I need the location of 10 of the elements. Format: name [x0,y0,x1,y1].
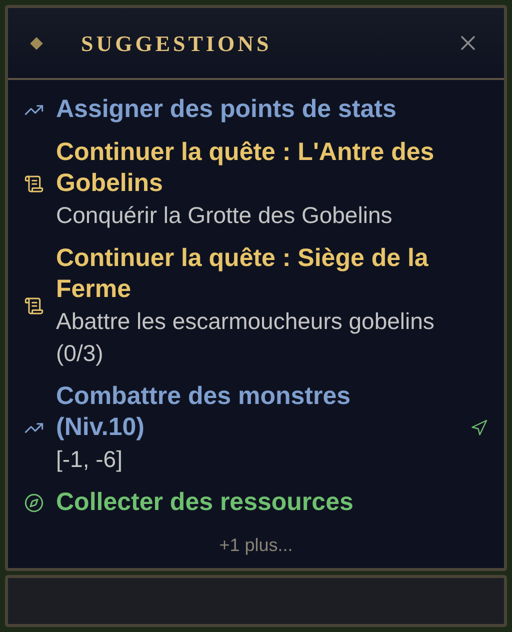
suggestion-title[interactable]: Combattre des monstres (Niv.10) [56,381,418,443]
suggestion-detail: Abattre les escarmoucheurs gobelins (0/3) [56,307,436,368]
panel-title: SUGGESTIONS [81,30,272,58]
suggestion-title[interactable]: Continuer la quête : Siège de la Ferme [56,243,476,305]
suggestion-title[interactable]: Continuer la quête : L'Antre des Gobelins [56,137,476,199]
suggestion-detail: [-1, -6] [56,445,124,474]
suggestion-detail: Conquérir la Grotte des Gobelins [56,201,394,230]
suggestion-title[interactable]: Assigner des points de stats [56,94,476,125]
suggestion-title[interactable]: Collecter des ressources [56,487,476,518]
more-count[interactable]: +1 plus... [219,532,293,559]
